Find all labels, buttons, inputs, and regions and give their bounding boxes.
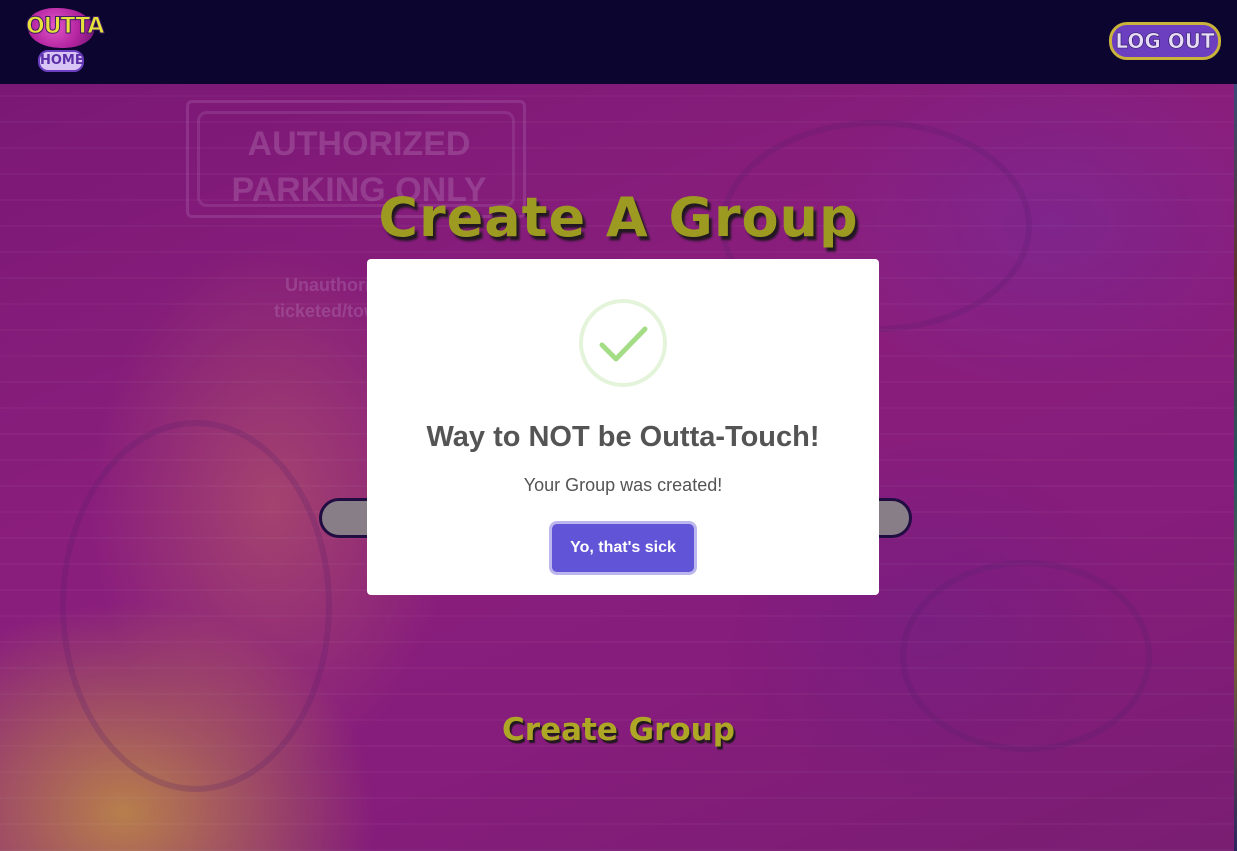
home-link-label: HOME [38,50,84,72]
check-icon [599,326,648,362]
confirm-button[interactable]: Yo, that's sick [552,524,694,572]
top-navbar: OUTTA HOME LOG OUT [0,0,1237,84]
modal-message: Your Group was created! [523,475,723,495]
modal-title: Way to NOT be Outta-Touch! [426,421,820,453]
home-logo[interactable]: OUTTA HOME [26,8,105,76]
logout-button[interactable]: LOG OUT [1109,22,1221,60]
success-check-icon [579,299,667,387]
logo-text: OUTTA [26,14,105,40]
app-page: AUTHORIZED PARKING ONLY Unauthorized ve … [0,0,1237,851]
success-modal: Way to NOT be Outta-Touch! Your Group wa… [367,259,879,595]
